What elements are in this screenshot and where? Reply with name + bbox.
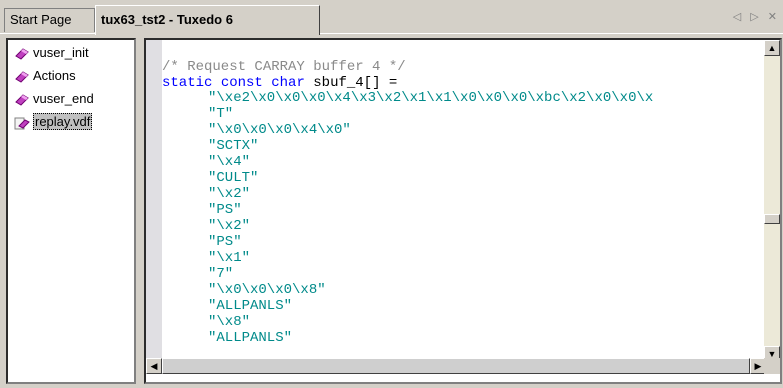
code-string-line: "PS" bbox=[208, 234, 242, 250]
tree-item-vuser-init[interactable]: vuser_init bbox=[14, 44, 89, 62]
code-string-line: "\x2" bbox=[208, 186, 251, 202]
vertical-scrollbar[interactable]: ▲ ▼ bbox=[764, 40, 780, 362]
code-string-line: "SCTX" bbox=[208, 138, 259, 154]
data-file-gem-icon bbox=[14, 116, 30, 130]
declaration-name: sbuf_4[] = bbox=[304, 75, 398, 91]
tree-item-label: vuser_end bbox=[33, 91, 94, 106]
vertical-scroll-thumb[interactable] bbox=[764, 214, 780, 224]
code-string-line: "PS" bbox=[208, 202, 242, 218]
tree-item-label: replay.vdf bbox=[33, 113, 93, 130]
tab-tux63-tst2[interactable]: tux63_tst2 - Tuxedo 6 bbox=[95, 5, 320, 35]
code-editor[interactable]: /* Request CARRAY buffer 4 */ static con… bbox=[144, 38, 782, 384]
keyword-static: static bbox=[162, 75, 213, 91]
document-tab-bar: Start Page tux63_tst2 - Tuxedo 6 ◁ ▷ ✕ bbox=[0, 0, 783, 35]
editor-gutter bbox=[146, 40, 162, 362]
horizontal-scroll-thumb[interactable] bbox=[162, 358, 750, 374]
keyword-const: const bbox=[220, 75, 263, 91]
keyword-char: char bbox=[271, 75, 305, 91]
scroll-left-button[interactable]: ◀ bbox=[146, 358, 162, 374]
tab-close-icon[interactable]: ✕ bbox=[768, 11, 777, 23]
scroll-up-button[interactable]: ▲ bbox=[764, 40, 780, 56]
tree-item-vuser-end[interactable]: vuser_end bbox=[14, 90, 94, 108]
code-string-line: "\x2" bbox=[208, 218, 251, 234]
tab-next-icon[interactable]: ▷ bbox=[750, 11, 758, 23]
code-string-line: "ALLPANLS" bbox=[208, 330, 293, 346]
tab-prev-icon[interactable]: ◁ bbox=[733, 11, 741, 23]
tab-navigation: ◁ ▷ ✕ bbox=[727, 10, 777, 23]
code-string-line: "\xe2\x0\x0\x0\x4\x3\x2\x1\x1\x0\x0\x0\x… bbox=[208, 90, 654, 106]
tab-start-page[interactable]: Start Page bbox=[4, 8, 95, 32]
code-string-line: "\x0\x0\x0\x4\x0" bbox=[208, 122, 351, 138]
script-tree-panel: vuser_init Actions vuser_end replay.vdf bbox=[6, 38, 136, 384]
code-string-line: "\x8" bbox=[208, 314, 251, 330]
scrollbar-corner bbox=[764, 358, 780, 374]
tree-item-label: vuser_init bbox=[33, 45, 89, 60]
code-string-line: "T" bbox=[208, 106, 234, 122]
tree-item-replay-vdf[interactable]: replay.vdf bbox=[14, 113, 93, 131]
script-gem-icon bbox=[14, 70, 30, 84]
code-string-line: "CULT" bbox=[208, 170, 259, 186]
script-gem-icon bbox=[14, 47, 30, 61]
code-string-line: "ALLPANLS" bbox=[208, 298, 293, 314]
code-area[interactable]: /* Request CARRAY buffer 4 */ static con… bbox=[162, 40, 762, 362]
code-declaration: static const char sbuf_4[] = bbox=[162, 76, 397, 91]
horizontal-scrollbar[interactable]: ◀ ▶ bbox=[146, 358, 766, 374]
tree-item-actions[interactable]: Actions bbox=[14, 67, 76, 85]
code-string-line: "7" bbox=[208, 266, 234, 282]
script-gem-icon bbox=[14, 93, 30, 107]
code-comment: /* Request CARRAY buffer 4 */ bbox=[162, 59, 406, 75]
code-string-line: "\x4" bbox=[208, 154, 251, 170]
code-string-line: "\x1" bbox=[208, 250, 251, 266]
tree-item-label: Actions bbox=[33, 68, 76, 83]
code-string-line: "\x0\x0\x0\x8" bbox=[208, 282, 326, 298]
